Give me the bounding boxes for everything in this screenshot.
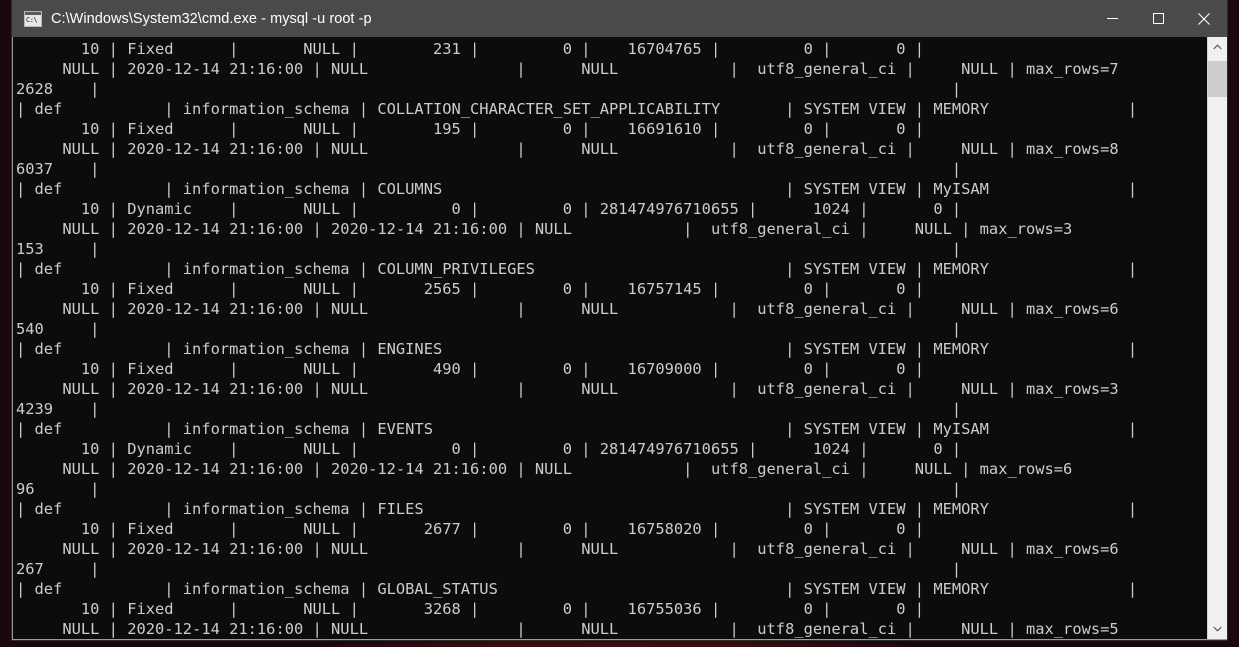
scroll-down-arrow-icon[interactable]: [1208, 619, 1227, 639]
scroll-up-arrow-icon[interactable]: [1208, 37, 1227, 57]
console-output-area[interactable]: 10 | Fixed | NULL | 231 | 0 | 16704765 |…: [13, 37, 1207, 639]
window-title: C:\Windows\System32\cmd.exe - mysql -u r…: [51, 10, 372, 27]
console-scrollbar[interactable]: [1207, 37, 1227, 639]
close-button[interactable]: [1181, 0, 1227, 37]
window-titlebar[interactable]: C:\Windows\System32\cmd.exe - mysql -u r…: [12, 0, 1227, 37]
cmd-app-icon: [24, 10, 42, 27]
console-output-text: 10 | Fixed | NULL | 231 | 0 | 16704765 |…: [16, 40, 1138, 638]
maximize-button[interactable]: [1135, 0, 1181, 37]
console-body: 10 | Fixed | NULL | 231 | 0 | 16704765 |…: [12, 37, 1227, 640]
minimize-button[interactable]: [1089, 0, 1135, 37]
scrollbar-track[interactable]: [1208, 57, 1227, 619]
console-window: C:\Windows\System32\cmd.exe - mysql -u r…: [12, 0, 1227, 640]
scrollbar-thumb[interactable]: [1208, 61, 1227, 97]
